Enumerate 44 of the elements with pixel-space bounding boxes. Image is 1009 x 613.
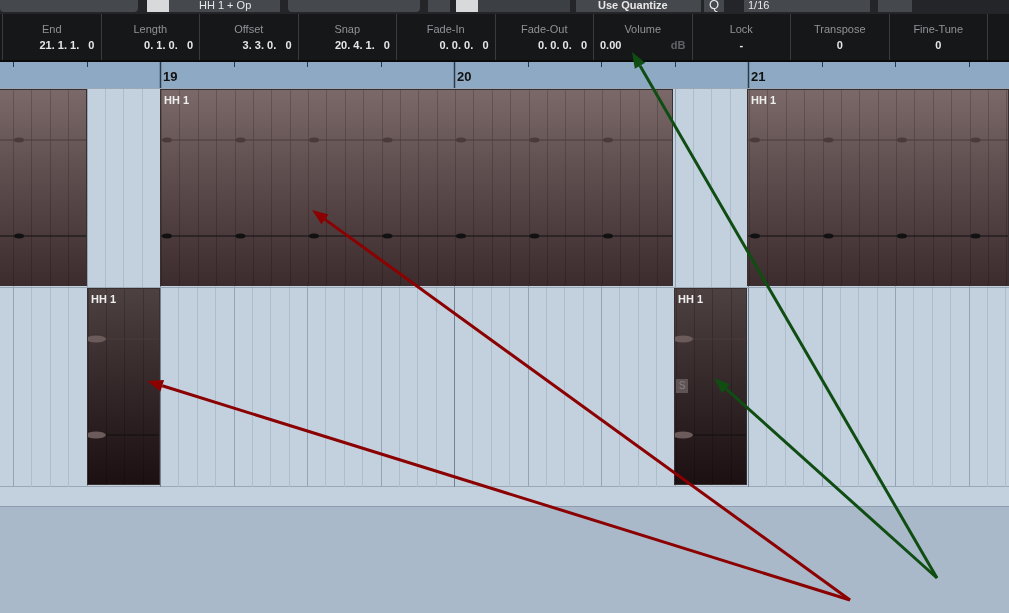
field-label: Fade-In xyxy=(426,22,465,36)
field-value[interactable]: 0 xyxy=(836,38,843,52)
grid-group[interactable] xyxy=(478,0,570,12)
field-label: Fade-Out xyxy=(521,22,568,36)
timeline-ruler[interactable]: 19 20 21 xyxy=(0,62,1009,88)
field-unit: dB xyxy=(670,38,686,52)
snap-type-dropdown[interactable]: Use Quantize xyxy=(576,0,701,12)
field-label: Transpose xyxy=(813,22,866,36)
bar-number: 21 xyxy=(751,70,766,84)
quantize-value-dropdown[interactable]: 1/16 xyxy=(744,0,870,12)
snap-mode-button[interactable] xyxy=(456,0,478,12)
snap-toggle-button[interactable] xyxy=(428,0,450,12)
bar-number: 20 xyxy=(457,70,472,84)
field-label: Lock xyxy=(729,22,753,36)
audio-event[interactable]: HH 1 xyxy=(87,288,160,485)
bar-number: 19 xyxy=(163,70,178,84)
audio-event[interactable]: HH 1 xyxy=(160,89,673,286)
quantize-button[interactable]: Q xyxy=(704,0,724,12)
field-label: End xyxy=(41,22,62,36)
field-value[interactable]: 3. 3. 0. 0 xyxy=(242,38,292,52)
field-label: Snap xyxy=(334,22,361,36)
event-name: HH 1 xyxy=(91,293,117,305)
field-value[interactable]: 0 xyxy=(935,38,942,52)
toggle-button[interactable] xyxy=(147,0,169,12)
track-preset-dropdown[interactable]: HH 1 + Op xyxy=(169,0,280,12)
event-name: HH 1 xyxy=(751,94,777,106)
event-name: HH 1 xyxy=(678,293,704,305)
audio-event[interactable] xyxy=(0,89,87,286)
frame-button[interactable] xyxy=(878,0,912,12)
field-label: Length xyxy=(133,22,168,36)
field-value[interactable]: - xyxy=(739,38,744,52)
transport-buttons-group[interactable] xyxy=(288,0,420,12)
audio-event[interactable]: HH 1 xyxy=(747,89,1009,286)
field-value[interactable]: 20. 4. 1. 0 xyxy=(334,38,390,52)
field-label: Volume xyxy=(624,22,662,36)
field-label: Fine-Tune xyxy=(913,22,964,36)
field-value[interactable]: 0. 0. 0. 0 xyxy=(538,38,587,52)
field-value[interactable]: 0.00 xyxy=(600,38,622,52)
event-name: HH 1 xyxy=(164,94,190,106)
field-value[interactable]: 0. 0. 0. 0 xyxy=(439,38,489,52)
field-value[interactable]: 0. 1. 0. 0 xyxy=(144,38,193,52)
field-label: Offset xyxy=(234,22,264,36)
tool-buttons-group[interactable] xyxy=(0,0,138,12)
field-value[interactable]: 21. 1. 1. 0 xyxy=(39,38,95,52)
